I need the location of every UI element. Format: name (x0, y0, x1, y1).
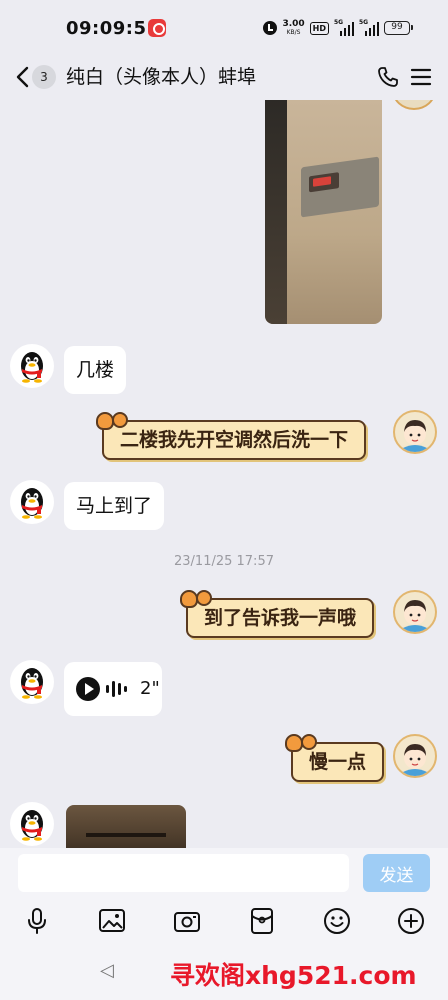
hd-badge: HD (309, 21, 329, 35)
phone-icon[interactable] (376, 65, 400, 89)
avatar[interactable] (393, 410, 437, 454)
voice-duration: 2" (140, 678, 160, 699)
image-message[interactable] (265, 100, 382, 324)
input-area: 发送 (0, 848, 448, 948)
camera-icon[interactable] (172, 906, 202, 936)
chat-header: 3 纯白（头像本人）蚌埠 (0, 56, 448, 100)
avatar[interactable] (10, 802, 54, 846)
message-bubble[interactable]: 到了告诉我一声哦 (179, 590, 375, 638)
avatar[interactable] (10, 344, 54, 388)
status-indicators: 3.00 KB/S HD 5G 5G 99 (263, 18, 413, 38)
avatar[interactable] (392, 100, 436, 110)
image-icon[interactable] (97, 906, 127, 936)
status-bar: 09:09:51 3.00 KB/S HD 5G 5G 99 (0, 0, 448, 56)
input-toolbar (0, 906, 448, 940)
message-input[interactable] (18, 854, 349, 892)
red-packet-icon[interactable] (247, 906, 277, 936)
network-speed-value: 3.00 (282, 19, 305, 29)
user-avatar-icon (403, 600, 427, 632)
message-bubble[interactable]: 几楼 (64, 346, 127, 394)
waveform-icon (106, 679, 127, 699)
penguin-avatar-icon (21, 810, 43, 841)
image-message[interactable] (66, 805, 186, 848)
microphone-icon[interactable] (22, 906, 52, 936)
avatar[interactable] (393, 734, 437, 778)
signal-icon-sim2: 5G (359, 20, 379, 36)
penguin-avatar-icon (21, 668, 43, 699)
penguin-avatar-icon (21, 488, 43, 519)
watermark: 寻欢阁xhg521.com (170, 961, 417, 990)
plus-icon[interactable] (396, 906, 426, 936)
message-bubble[interactable]: 马上到了 (64, 482, 165, 530)
user-avatar-icon (403, 420, 427, 452)
send-button[interactable]: 发送 (363, 854, 430, 892)
penguin-avatar-icon (21, 352, 43, 383)
network-speed: 3.00 KB/S (282, 19, 305, 37)
unread-count-badge[interactable]: 3 (32, 65, 56, 89)
chat-message-list[interactable]: 几楼 二楼我先开空调然后洗一下 马上到了 23/11/25 17:57 到了告诉… (0, 100, 448, 848)
emoji-icon[interactable] (322, 906, 352, 936)
play-icon[interactable] (76, 677, 100, 701)
network-speed-unit: KB/S (286, 29, 301, 36)
message-bubble[interactable]: 慢一点 (284, 734, 385, 782)
notification-app-icon (148, 19, 166, 37)
chat-title[interactable]: 纯白（头像本人）蚌埠 (66, 64, 256, 90)
alarm-icon (263, 21, 278, 35)
avatar[interactable] (10, 480, 54, 524)
voice-message[interactable]: 2" (64, 662, 162, 716)
user-avatar-icon (403, 744, 427, 776)
system-nav-bar: ◁ 寻欢阁xhg521.com (0, 948, 448, 1000)
back-arrow-icon[interactable] (14, 65, 32, 89)
message-timestamp: 23/11/25 17:57 (174, 554, 274, 569)
message-bubble[interactable]: 二楼我先开空调然后洗一下 (95, 412, 367, 460)
status-time: 09:09:51 (66, 18, 160, 39)
avatar[interactable] (393, 590, 437, 634)
signal-icon-sim1: 5G (334, 20, 354, 36)
avatar[interactable] (10, 660, 54, 704)
menu-icon[interactable] (410, 66, 432, 88)
battery-icon: 99 (384, 21, 413, 35)
nav-back-icon[interactable]: ◁ (100, 960, 114, 981)
